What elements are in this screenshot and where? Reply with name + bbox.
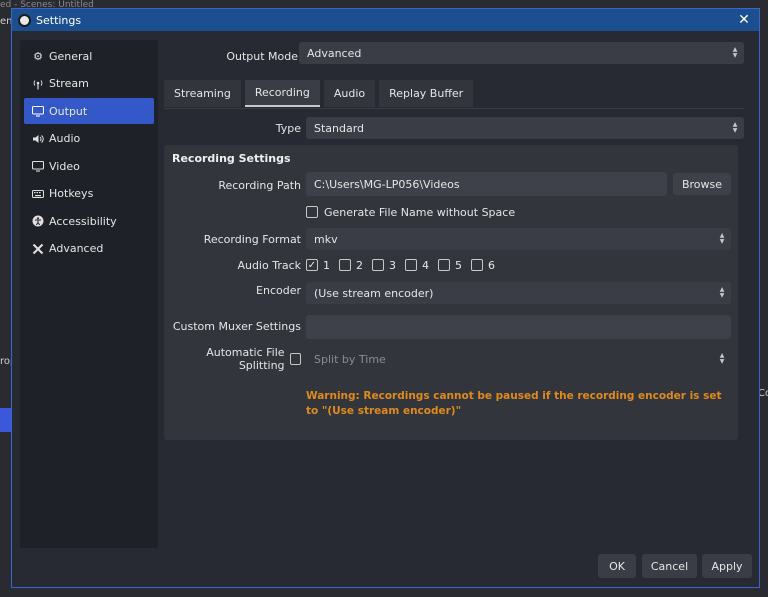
track-number: 6 bbox=[488, 258, 495, 272]
tab-label: Streaming bbox=[174, 87, 231, 100]
muxer-settings-input[interactable] bbox=[306, 315, 731, 339]
apply-button-label: Apply bbox=[711, 559, 743, 573]
no-space-checkbox[interactable] bbox=[306, 206, 318, 218]
encoder-select[interactable]: (Use stream encoder) ▲ ▼ bbox=[306, 282, 731, 304]
sidebar-item-label: Hotkeys bbox=[49, 187, 94, 200]
speaker-icon bbox=[32, 133, 44, 145]
apply-button[interactable]: Apply bbox=[702, 554, 752, 578]
sidebar-item-label: Video bbox=[49, 159, 80, 173]
ok-button-label: OK bbox=[609, 559, 625, 573]
antenna-icon bbox=[32, 78, 44, 90]
sidebar-item-video[interactable]: Video bbox=[24, 153, 154, 179]
encoder-label: Encoder bbox=[256, 283, 301, 297]
tools-icon bbox=[32, 243, 44, 255]
recording-settings-title: Recording Settings bbox=[172, 152, 291, 165]
sidebar-item-label: Advanced bbox=[49, 242, 104, 255]
sidebar-item-advanced[interactable]: Advanced bbox=[24, 236, 154, 262]
file-splitting-label: Automatic File Splitting bbox=[206, 346, 285, 372]
output-tabs: Streaming Recording Audio Replay Buffer bbox=[164, 80, 477, 108]
type-label: Type bbox=[275, 121, 301, 135]
spinner-arrows-icon: ▲ ▼ bbox=[732, 46, 738, 59]
file-splitting-value: Split by Time bbox=[314, 352, 386, 366]
settings-sidebar: ⚙ General Stream Output Audio Video Hotk… bbox=[20, 40, 158, 548]
output-mode-select[interactable]: Advanced ▲ ▼ bbox=[299, 42, 744, 64]
sidebar-item-label: Accessibility bbox=[49, 214, 117, 228]
sidebar-item-output[interactable]: Output bbox=[24, 98, 154, 124]
audio-track-3[interactable]: 3 bbox=[372, 259, 396, 272]
recording-path-value: C:\Users\MG-LP056\Videos bbox=[314, 177, 460, 191]
audio-track-list: ✓ 1 2 3 4 5 6 bbox=[306, 258, 504, 272]
browse-button-label: Browse bbox=[681, 177, 723, 191]
recording-settings-group: Recording Settings Recording Path C:\Use… bbox=[164, 145, 738, 440]
monitor-output-icon bbox=[32, 105, 44, 117]
recording-path-input[interactable]: C:\Users\MG-LP056\Videos bbox=[306, 172, 667, 196]
window-title: Settings bbox=[36, 13, 82, 27]
sidebar-item-label: Output bbox=[49, 104, 88, 118]
sidebar-item-accessibility[interactable]: Accessibility bbox=[24, 208, 154, 234]
display-icon bbox=[32, 160, 44, 172]
muxer-settings-label: Custom Muxer Settings bbox=[172, 319, 301, 333]
tab-recording[interactable]: Recording bbox=[244, 80, 320, 107]
file-splitting-checkbox[interactable] bbox=[289, 353, 301, 365]
track-number: 3 bbox=[389, 258, 396, 272]
spinner-arrows-icon: ▲ ▼ bbox=[719, 286, 725, 299]
track-checkbox[interactable] bbox=[471, 259, 483, 271]
tab-replay-buffer[interactable]: Replay Buffer bbox=[379, 80, 474, 107]
audio-track-1[interactable]: ✓ 1 bbox=[306, 259, 330, 272]
tab-label: Recording bbox=[254, 86, 310, 99]
output-mode-label: Output Mode bbox=[226, 49, 298, 63]
audio-track-5[interactable]: 5 bbox=[438, 259, 462, 272]
tab-streaming[interactable]: Streaming bbox=[164, 80, 241, 107]
keyboard-icon bbox=[32, 188, 44, 200]
output-mode-value: Advanced bbox=[307, 46, 362, 60]
accessibility-icon bbox=[32, 215, 44, 227]
no-space-label: Generate File Name without Space bbox=[324, 205, 516, 219]
close-icon[interactable]: ✕ bbox=[729, 9, 759, 31]
track-number: 4 bbox=[422, 258, 429, 272]
type-select[interactable]: Standard ▲ ▼ bbox=[306, 117, 744, 139]
pause-warning-text: Warning: Recordings cannot be paused if … bbox=[306, 390, 722, 417]
sidebar-item-label: Audio bbox=[49, 132, 81, 145]
audio-track-2[interactable]: 2 bbox=[339, 259, 363, 272]
sidebar-item-general[interactable]: ⚙ General bbox=[24, 43, 154, 69]
track-number: 1 bbox=[323, 258, 330, 272]
track-number: 5 bbox=[455, 258, 462, 272]
tab-audio[interactable]: Audio bbox=[323, 80, 376, 107]
browse-button[interactable]: Browse bbox=[673, 173, 731, 195]
recording-format-select[interactable]: mkv ▲ ▼ bbox=[306, 228, 731, 250]
title-bar: Settings ✕ bbox=[12, 9, 759, 31]
file-splitting-select[interactable]: Split by Time ▲ ▼ bbox=[306, 348, 731, 370]
recording-format-label: Recording Format bbox=[203, 232, 301, 246]
obs-logo-icon bbox=[18, 13, 31, 27]
gear-icon: ⚙ bbox=[33, 49, 43, 63]
cancel-button[interactable]: Cancel bbox=[642, 554, 697, 578]
tab-label: Audio bbox=[333, 87, 366, 100]
spinner-arrows-icon: ▲ ▼ bbox=[719, 352, 725, 365]
cancel-button-label: Cancel bbox=[650, 559, 689, 573]
recording-path-label: Recording Path bbox=[218, 178, 301, 192]
sidebar-item-hotkeys[interactable]: Hotkeys bbox=[24, 181, 154, 207]
sidebar-item-label: General bbox=[49, 49, 93, 63]
encoder-value: (Use stream encoder) bbox=[314, 286, 434, 300]
track-checkbox-checked[interactable]: ✓ bbox=[306, 259, 318, 271]
recording-format-value: mkv bbox=[314, 232, 338, 246]
audio-track-6[interactable]: 6 bbox=[471, 259, 495, 272]
track-checkbox[interactable] bbox=[339, 259, 351, 271]
ok-button[interactable]: OK bbox=[598, 554, 636, 578]
audio-track-label: Audio Track bbox=[237, 258, 301, 272]
track-number: 2 bbox=[356, 258, 363, 272]
track-checkbox[interactable] bbox=[438, 259, 450, 271]
sidebar-item-stream[interactable]: Stream bbox=[24, 71, 154, 97]
audio-track-4[interactable]: 4 bbox=[405, 259, 429, 272]
track-checkbox[interactable] bbox=[372, 259, 384, 271]
spinner-arrows-icon: ▲ ▼ bbox=[732, 121, 738, 134]
type-value: Standard bbox=[314, 121, 365, 135]
settings-window: Settings ✕ ⚙ General Stream Output Audio bbox=[11, 8, 760, 588]
sidebar-item-label: Stream bbox=[49, 77, 89, 90]
tab-label: Replay Buffer bbox=[389, 87, 464, 100]
track-checkbox[interactable] bbox=[405, 259, 417, 271]
spinner-arrows-icon: ▲ ▼ bbox=[719, 232, 725, 245]
sidebar-item-audio[interactable]: Audio bbox=[24, 126, 154, 152]
tab-divider bbox=[164, 108, 744, 109]
